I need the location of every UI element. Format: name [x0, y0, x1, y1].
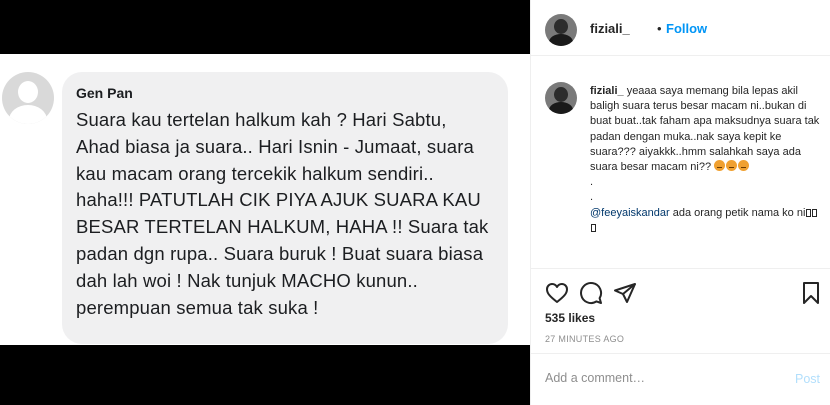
post-media: Gen Pan Suara kau tertelan halkum kah ? …: [0, 0, 530, 405]
caption-text: yeaaa saya memang bila lepas akil baligh…: [590, 85, 820, 174]
paper-plane-icon[interactable]: [613, 281, 637, 305]
post-timestamp[interactable]: 27 MINUTES AGO: [545, 334, 624, 344]
caption-avatar[interactable]: [545, 82, 577, 114]
caption-username[interactable]: fiziali_: [590, 85, 624, 97]
header-separator: •: [657, 21, 662, 36]
follow-button[interactable]: Follow: [666, 21, 707, 36]
heart-icon[interactable]: [545, 281, 569, 305]
action-bar: [545, 281, 825, 305]
divider: [531, 268, 830, 269]
post-panel: fiziali_ • Follow fiziali_ yeaaa saya me…: [530, 0, 830, 405]
bookmark-icon[interactable]: [799, 281, 823, 305]
author-avatar[interactable]: [545, 14, 577, 46]
caption-body: fiziali_ yeaaa saya memang bila lepas ak…: [590, 84, 820, 236]
caption-dot: .: [590, 176, 594, 189]
like-count[interactable]: 535 likes: [545, 311, 595, 325]
mention-text: ada orang petik nama ko ni: [669, 206, 806, 219]
comment-bubble: Gen Pan Suara kau tertelan halkum kah ? …: [62, 72, 508, 344]
commenter-name: Gen Pan: [76, 85, 133, 101]
angry-emoji-icon: [714, 160, 750, 173]
divider: [531, 353, 830, 354]
caption-dot: .: [590, 191, 594, 204]
comment-text: Suara kau tertelan halkum kah ? Hari Sab…: [76, 109, 489, 318]
media-screenshot: Gen Pan Suara kau tertelan halkum kah ? …: [0, 54, 530, 345]
comment-input[interactable]: [545, 371, 765, 385]
commenter-avatar: [2, 72, 54, 124]
comment-icon[interactable]: [579, 281, 603, 305]
post-button[interactable]: Post: [795, 372, 820, 386]
mention-link[interactable]: @feeyaiskandar: [590, 207, 670, 219]
post-header: fiziali_ • Follow: [531, 0, 830, 56]
author-username[interactable]: fiziali_: [590, 21, 630, 36]
